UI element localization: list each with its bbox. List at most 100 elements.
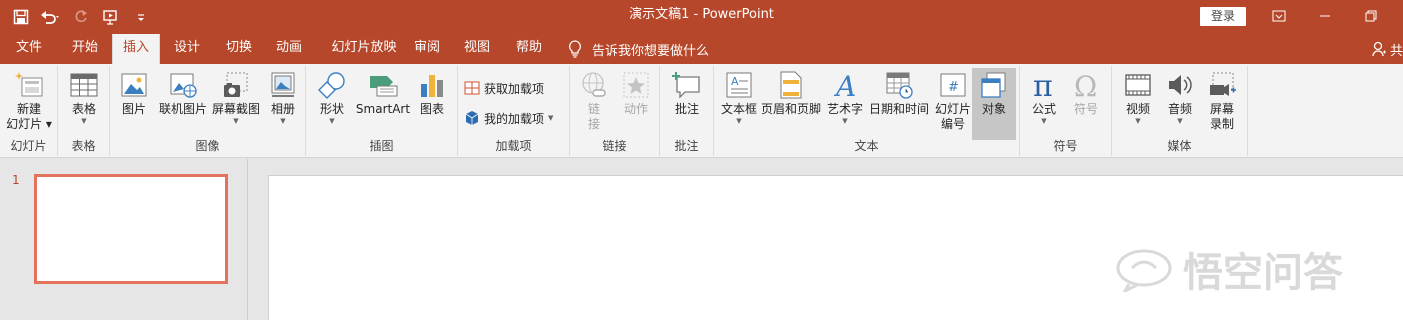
quick-access-toolbar xyxy=(8,4,154,30)
new-slide-label-1: 新建 xyxy=(16,102,41,116)
wordart-icon: A xyxy=(828,68,862,102)
smartart-icon xyxy=(366,68,400,102)
comment-label: 批注 xyxy=(674,102,699,116)
tab-transitions[interactable]: 切换 xyxy=(218,34,260,64)
symbol-button[interactable]: Ω 符号 xyxy=(1066,68,1106,140)
group-label-addins: 加载项 xyxy=(495,139,532,153)
equation-button[interactable]: π 公式 ▼ xyxy=(1024,68,1064,140)
restore-icon[interactable] xyxy=(1348,0,1394,32)
undo-icon[interactable] xyxy=(38,5,64,29)
slide-number-icon: # xyxy=(936,68,970,102)
screen-recording-label-1: 屏幕 xyxy=(1209,102,1234,116)
symbol-label: 符号 xyxy=(1073,102,1098,116)
audio-label: 音频 xyxy=(1167,102,1192,116)
svg-text:A: A xyxy=(731,75,739,88)
tab-view[interactable]: 视图 xyxy=(456,34,498,64)
chart-button[interactable]: 图表 xyxy=(414,68,450,140)
slide-number-label-2: 编号 xyxy=(940,117,965,131)
new-slide-icon xyxy=(12,68,46,102)
link-button[interactable]: 链 接 xyxy=(574,68,614,140)
textbox-button[interactable]: A 文本框 ▼ xyxy=(718,68,760,140)
equation-label: 公式 xyxy=(1031,102,1056,116)
tab-insert[interactable]: 插入 xyxy=(112,34,160,64)
get-addins-label: 获取加载项 xyxy=(484,81,545,96)
sign-in-button[interactable]: 登录 xyxy=(1200,7,1246,26)
tab-home[interactable]: 开始 xyxy=(62,34,108,64)
table-label: 表格 xyxy=(71,102,96,116)
group-addins: 获取加载项 我的加载项 ▼ 加载项 xyxy=(458,66,570,156)
smartart-button[interactable]: SmartArt xyxy=(354,68,412,140)
audio-button[interactable]: 音频 ▼ xyxy=(1160,68,1200,140)
customize-qat-icon[interactable] xyxy=(128,5,154,29)
video-dropdown-icon: ▼ xyxy=(1135,117,1141,125)
table-button[interactable]: 表格 ▼ xyxy=(62,68,106,140)
svg-text:#: # xyxy=(948,80,959,95)
screenshot-label: 屏幕截图 xyxy=(211,102,260,116)
photo-album-button[interactable]: 相册 ▼ xyxy=(264,68,302,140)
smartart-label: SmartArt xyxy=(355,102,411,116)
group-label-links: 链接 xyxy=(602,139,627,153)
header-footer-icon xyxy=(774,68,808,102)
wordart-button[interactable]: A 艺术字 ▼ xyxy=(824,68,866,140)
group-label-tables: 表格 xyxy=(71,139,96,153)
action-label: 动作 xyxy=(623,102,648,116)
my-addins-dropdown-icon: ▼ xyxy=(548,114,554,122)
header-footer-button[interactable]: 页眉和页脚 xyxy=(760,68,822,140)
minimize-icon[interactable] xyxy=(1302,0,1348,32)
slide-thumbnail[interactable] xyxy=(34,174,228,284)
my-addins-button[interactable]: 我的加载项 ▼ xyxy=(464,106,553,130)
window-title: 演示文稿1 - PowerPoint xyxy=(629,7,774,22)
tab-review[interactable]: 审阅 xyxy=(406,34,448,64)
chart-label: 图表 xyxy=(419,102,444,116)
tell-me-box[interactable]: 告诉我你想要做什么 xyxy=(568,34,709,64)
group-label-comments: 批注 xyxy=(674,139,699,153)
start-from-beginning-icon[interactable] xyxy=(98,5,124,29)
online-pictures-label: 联机图片 xyxy=(158,102,207,116)
tab-animations[interactable]: 动画 xyxy=(268,34,310,64)
date-time-label: 日期和时间 xyxy=(868,102,929,116)
screen-recording-button[interactable]: 屏幕 录制 xyxy=(1202,68,1242,140)
svg-text:A: A xyxy=(833,70,856,100)
video-button[interactable]: 视频 ▼ xyxy=(1118,68,1158,140)
pictures-button[interactable]: 图片 xyxy=(116,68,152,140)
omega-icon: Ω xyxy=(1069,68,1103,102)
group-images: 图片 联机图片 屏幕截图 ▼ 相册 ▼ 图像 xyxy=(110,66,306,156)
title-bar: 演示文稿1 - PowerPoint 登录 xyxy=(0,0,1403,34)
video-icon xyxy=(1121,68,1155,102)
screen-recording-label-2: 录制 xyxy=(1209,117,1234,131)
save-icon[interactable] xyxy=(8,5,34,29)
tab-slide-show[interactable]: 幻灯片放映 xyxy=(322,34,406,64)
svg-text:π: π xyxy=(1033,70,1053,100)
group-label-media: 媒体 xyxy=(1167,139,1192,153)
group-text: A 文本框 ▼ 页眉和页脚 A 艺术字 ▼ 日期和时间 # 幻灯片 编号 对象 … xyxy=(714,66,1020,156)
link-label-2: 接 xyxy=(587,117,600,131)
date-time-icon xyxy=(882,68,916,102)
group-slides: 新建 幻灯片 ▾ 幻灯片 xyxy=(0,66,58,156)
object-button[interactable]: 对象 xyxy=(972,68,1016,140)
share-button[interactable]: 共 xyxy=(1372,34,1403,64)
object-label: 对象 xyxy=(981,102,1006,116)
tab-help[interactable]: 帮助 xyxy=(508,34,550,64)
my-addins-label: 我的加载项 xyxy=(484,111,545,126)
screenshot-button[interactable]: 屏幕截图 ▼ xyxy=(210,68,262,140)
get-addins-button[interactable]: 获取加载项 xyxy=(464,76,544,100)
tab-file[interactable]: 文件 xyxy=(8,34,50,64)
slide-number-button[interactable]: # 幻灯片 编号 xyxy=(932,68,974,140)
wordart-label: 艺术字 xyxy=(826,102,863,116)
group-label-symbols: 符号 xyxy=(1053,139,1078,153)
ribbon-tabs: 文件 开始 插入 设计 切换 动画 幻灯片放映 审阅 视图 帮助 告诉我你想要做… xyxy=(0,34,1403,64)
tab-design[interactable]: 设计 xyxy=(166,34,208,64)
ribbon-display-options-icon[interactable] xyxy=(1256,0,1302,32)
group-tables: 表格 ▼ 表格 xyxy=(58,66,110,156)
action-button[interactable]: 动作 xyxy=(616,68,656,140)
online-pictures-button[interactable]: 联机图片 xyxy=(156,68,210,140)
shapes-button[interactable]: 形状 ▼ xyxy=(312,68,352,140)
comment-button[interactable]: 批注 xyxy=(666,68,708,140)
store-icon xyxy=(464,81,480,95)
watermark: 悟空问答 xyxy=(1115,240,1343,298)
redo-icon[interactable] xyxy=(68,5,94,29)
date-time-button[interactable]: 日期和时间 xyxy=(866,68,932,140)
action-star-icon xyxy=(619,68,653,102)
new-slide-button[interactable]: 新建 幻灯片 ▾ xyxy=(2,68,56,140)
screenshot-dropdown-icon: ▼ xyxy=(233,117,239,125)
